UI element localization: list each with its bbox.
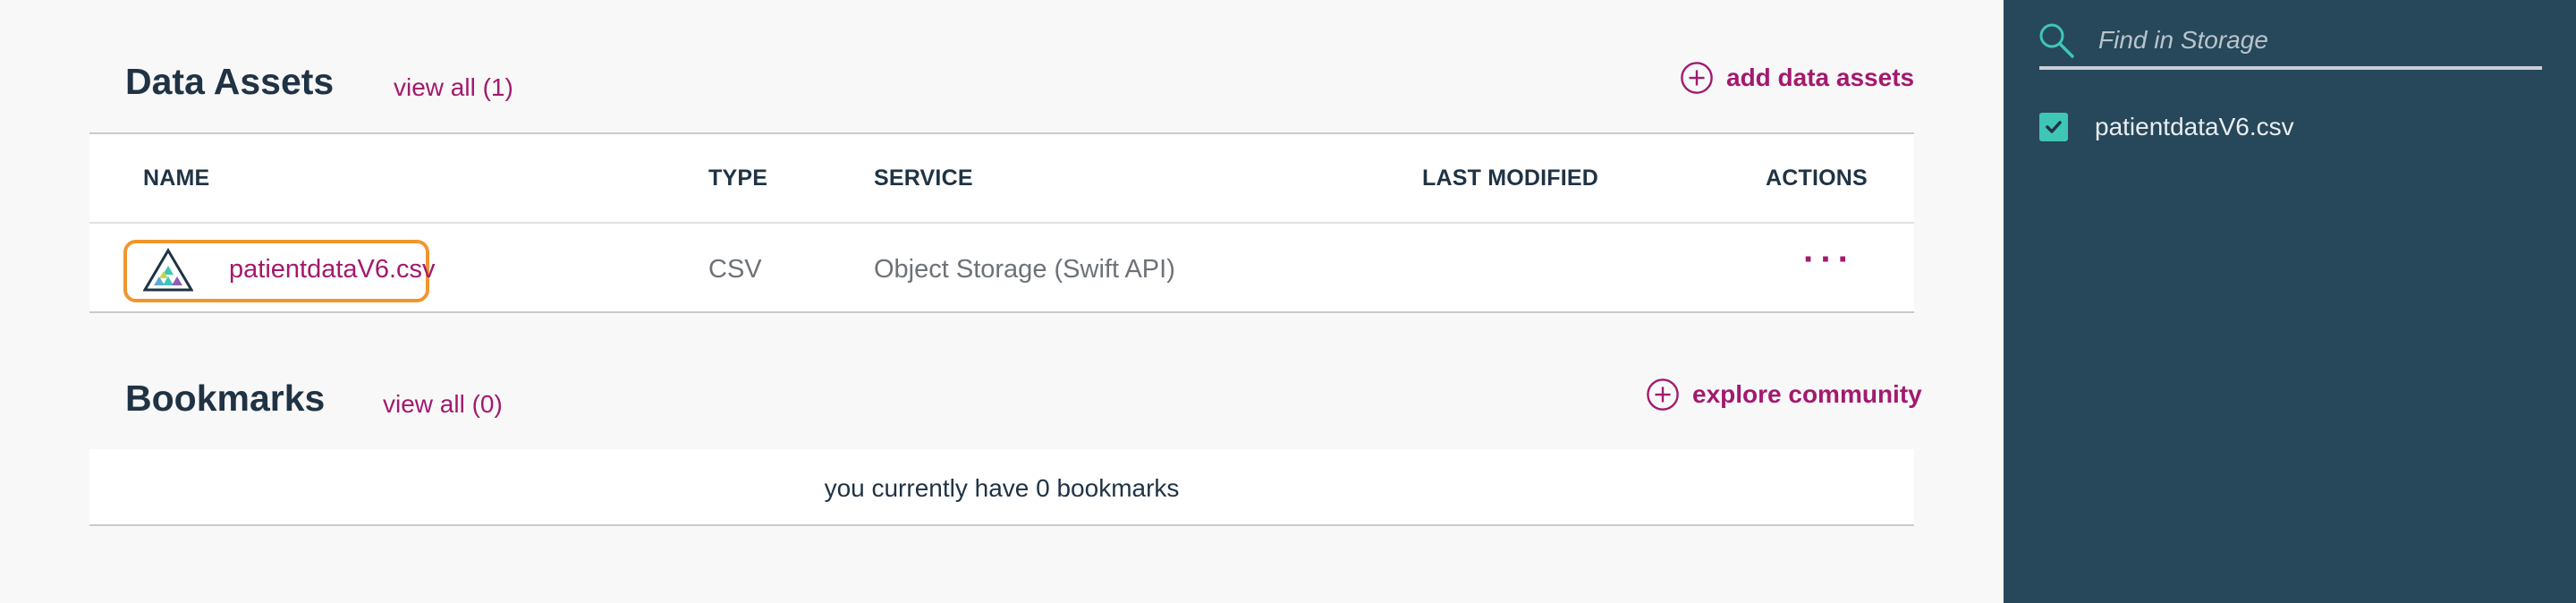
storage-list-item[interactable]: patientdataV6.csv — [2039, 113, 2294, 141]
storage-item-checkbox[interactable] — [2039, 113, 2068, 141]
data-assets-title: Data Assets — [125, 61, 335, 102]
explore-community-button[interactable]: explore community — [1646, 378, 1922, 412]
data-asset-type: CSV — [708, 255, 762, 284]
data-asset-name-link[interactable]: patientdataV6.csv — [229, 255, 436, 285]
checkmark-icon — [2046, 121, 2062, 133]
column-header-last-modified[interactable]: LAST MODIFIED — [1422, 166, 1598, 191]
add-data-assets-button[interactable]: add data assets — [1680, 61, 1914, 95]
bookmarks-bottom-divider — [89, 524, 1914, 526]
data-assets-view-all-link[interactable]: view all (1) — [394, 73, 513, 102]
column-header-service[interactable]: SERVICE — [874, 166, 973, 191]
storage-sidebar — [2004, 0, 2576, 603]
explore-community-label: explore community — [1692, 380, 1922, 408]
column-header-name[interactable]: NAME — [143, 166, 209, 191]
bookmarks-view-all-link[interactable]: view all (0) — [383, 390, 503, 419]
add-circle-icon — [1681, 62, 1713, 94]
table-bottom-divider — [89, 311, 1914, 313]
add-circle-icon — [1647, 378, 1679, 411]
main-content: Data Assets view all (1) add data assets… — [0, 0, 2004, 603]
storage-item-label: patientdataV6.csv — [2095, 113, 2294, 140]
bookmarks-empty-message: you currently have 0 bookmarks — [824, 474, 1180, 502]
search-underline — [2039, 66, 2542, 70]
bookmarks-title: Bookmarks — [125, 378, 326, 419]
column-header-type[interactable]: TYPE — [708, 166, 767, 191]
storage-search-input[interactable] — [2097, 18, 2529, 63]
data-asset-service: Object Storage (Swift API) — [874, 255, 1175, 284]
header-row-divider — [89, 222, 1914, 224]
search-icon — [2039, 23, 2074, 58]
column-header-actions: ACTIONS — [1766, 166, 1868, 191]
row-actions-menu-button[interactable]: ··· — [1803, 242, 1855, 277]
data-asset-file-icon — [143, 248, 193, 292]
add-data-assets-label: add data assets — [1726, 64, 1915, 91]
